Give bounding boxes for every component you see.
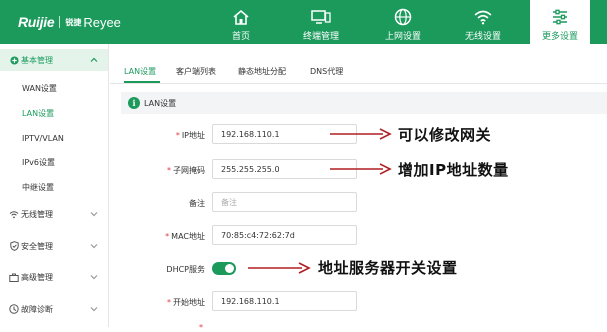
required-mark: *	[167, 166, 171, 175]
sidebar-group-label: 高级管理	[21, 272, 53, 282]
diagnosis-icon	[9, 304, 19, 314]
sidebar-item-label: WAN设置	[22, 83, 57, 93]
sidebar-item-ipv6[interactable]: IPv6设置	[0, 151, 108, 173]
sidebar-group-wireless-management[interactable]: 无线管理	[0, 203, 108, 225]
sidebar-item-label: 中继设置	[22, 182, 54, 192]
tab-dns-proxy[interactable]: DNS代理	[310, 66, 343, 77]
toggle-knob	[225, 264, 234, 273]
chevron-up-icon	[90, 57, 98, 62]
annotation-arrow-ip	[330, 128, 392, 140]
sidebar-item-label: LAN设置	[22, 108, 55, 118]
chevron-down-icon	[90, 212, 98, 217]
label-text: 子网掩码	[173, 166, 205, 175]
annotation-dhcp: 地址服务器开关设置	[318, 259, 458, 277]
sidebar-group-label: 安全管理	[21, 241, 53, 251]
section-title: LAN设置	[144, 98, 177, 108]
annotation-arrow-mask	[330, 163, 392, 175]
label-text: IP地址	[181, 131, 205, 140]
section-header: i LAN设置	[121, 92, 607, 114]
sidebar-item-wan[interactable]: WAN设置	[0, 77, 108, 99]
nav-terminal-management[interactable]: 终端管理	[296, 0, 346, 44]
remark-label: 备注	[189, 199, 205, 208]
nav-wireless-settings[interactable]: 无线设置	[458, 0, 508, 44]
briefcase-icon	[9, 272, 19, 282]
wifi-icon	[472, 7, 494, 27]
tab-client-list[interactable]: 客户端列表	[176, 66, 216, 77]
home-icon	[230, 7, 252, 27]
dhcp-service-label: DHCP服务	[166, 265, 205, 274]
remark-input[interactable]: 备注	[212, 192, 357, 212]
start-address-label: * 开始地址	[125, 297, 205, 308]
chevron-down-icon	[90, 307, 98, 312]
active-tab-indicator	[124, 81, 160, 83]
plus-circle-icon	[9, 55, 19, 65]
sidebar-item-label: IPv6设置	[22, 157, 56, 167]
next-field-label: *	[125, 323, 205, 332]
logo: Ruijie 锐捷 Reyee	[18, 14, 121, 30]
mac-address-label: * MAC地址	[125, 231, 205, 242]
sidebar-group-label: 故障诊断	[21, 304, 53, 314]
nav-more-settings[interactable]: 更多设置	[530, 0, 590, 44]
sidebar-group-advanced-management[interactable]: 高级管理	[0, 266, 108, 288]
sidebar: 基本管理 WAN设置 LAN设置 IPTV/VLAN IPv6设置 中继设置 无…	[0, 44, 109, 327]
sidebar-item-iptv-vlan[interactable]: IPTV/VLAN	[0, 127, 108, 149]
subnet-mask-label: * 子网掩码	[125, 165, 205, 176]
required-mark: *	[199, 323, 203, 332]
shield-icon	[9, 241, 19, 251]
sidebar-group-fault-diagnosis[interactable]: 故障诊断	[0, 298, 108, 320]
label-text: 开始地址	[173, 298, 205, 307]
start-address-input[interactable]: 192.168.110.1	[212, 291, 357, 311]
settings-sliders-icon	[549, 7, 571, 27]
logo-divider	[59, 16, 61, 28]
nav-label: 无线设置	[464, 32, 501, 42]
top-navigation-bar: Ruijie 锐捷 Reyee 首页 终端管理 上网设置 无线设置 更多设置	[0, 0, 607, 44]
mac-address-input[interactable]: 70:85:c4:72:62:7d	[212, 225, 357, 245]
sidebar-group-label: 基本管理	[21, 55, 53, 65]
nav-label: 终端管理	[302, 32, 339, 42]
required-mark: *	[175, 131, 180, 140]
sidebar-item-relay[interactable]: 中继设置	[0, 176, 108, 198]
nav-internet-settings[interactable]: 上网设置	[378, 0, 428, 44]
sidebar-group-label: 无线管理	[21, 209, 53, 219]
sidebar-item-lan[interactable]: LAN设置	[0, 102, 108, 124]
label-text: MAC地址	[171, 232, 205, 241]
tab-lan-settings[interactable]: LAN设置	[124, 66, 156, 77]
logo-reyee: Reyee	[83, 14, 121, 30]
annotation-mask: 增加IP地址数量	[398, 161, 509, 179]
tab-bar: LAN设置 客户端列表 静态地址分配 DNS代理	[110, 60, 607, 84]
wifi-icon	[9, 209, 19, 219]
info-icon: i	[128, 97, 140, 109]
sidebar-group-basic-management[interactable]: 基本管理	[0, 49, 108, 71]
chevron-down-icon	[90, 244, 98, 249]
nav-home[interactable]: 首页	[221, 0, 261, 44]
nav-label: 更多设置	[541, 32, 578, 42]
annotation-ip: 可以修改网关	[398, 126, 492, 144]
monitor-icon	[310, 7, 332, 27]
required-mark: *	[165, 232, 170, 241]
required-mark: *	[167, 298, 171, 307]
chevron-down-icon	[90, 275, 98, 280]
logo-sub: 锐捷	[65, 17, 82, 27]
sidebar-item-label: IPTV/VLAN	[22, 133, 64, 143]
dhcp-toggle[interactable]	[212, 262, 236, 275]
nav-label: 首页	[231, 32, 250, 42]
nav-label: 上网设置	[384, 32, 421, 42]
tab-static-address[interactable]: 静态地址分配	[238, 66, 286, 77]
logo-ruijie: Ruijie	[18, 14, 55, 30]
globe-icon	[392, 7, 414, 27]
ip-address-label: * IP地址	[125, 130, 205, 141]
sidebar-group-security-management[interactable]: 安全管理	[0, 235, 108, 257]
annotation-arrow-dhcp	[248, 262, 311, 274]
